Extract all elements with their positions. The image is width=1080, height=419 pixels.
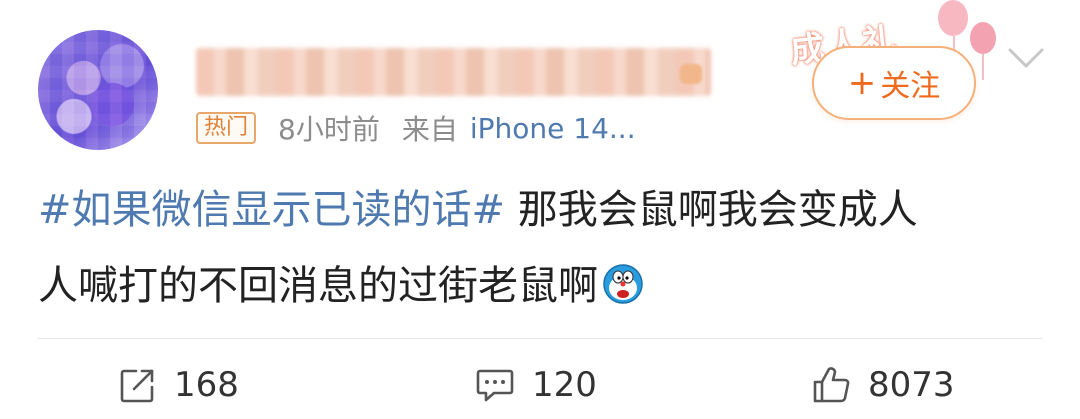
content-text-line2: 人喊打的不回消息的过街老鼠啊 [38, 263, 598, 309]
verified-badge-icon [680, 64, 702, 84]
hot-badge: 热门 [196, 112, 257, 144]
divider [38, 338, 1042, 339]
topic-link[interactable]: #如果微信显示已读的话# [38, 187, 505, 233]
repost-button[interactable]: 168 [118, 350, 239, 419]
balloon-icon [938, 0, 968, 36]
plus-icon: + [847, 63, 877, 103]
like-button[interactable]: 8073 [810, 350, 955, 419]
post-time: 8小时前 [278, 113, 380, 146]
comment-button[interactable]: 120 [474, 350, 597, 419]
like-count: 8073 [868, 364, 955, 405]
repost-icon [120, 369, 154, 402]
weibo-post-card: ████████████ 热门 8小时前 来自 iPhone 14... 成人礼… [0, 0, 1080, 419]
doraemon-emoji-icon [602, 254, 644, 304]
thumbs-up-icon [813, 366, 850, 402]
comment-count: 120 [532, 364, 597, 405]
repost-count: 168 [174, 364, 239, 405]
balloon-string [982, 54, 984, 80]
content-text-line1: 那我会鼠啊我会变成人 [505, 187, 918, 233]
avatar[interactable] [38, 30, 158, 150]
comment-icon [476, 369, 514, 401]
balloon-icon [970, 22, 996, 54]
username[interactable]: ████████████ [196, 48, 711, 96]
action-bar: 168 120 8073 [0, 350, 1080, 419]
source-label: 来自 [401, 113, 458, 146]
post-meta: 热门 8小时前 来自 iPhone 14... [196, 108, 636, 148]
chevron-down-icon[interactable] [1006, 44, 1046, 72]
source-device: iPhone 14... [469, 111, 636, 145]
post-content: #如果微信显示已读的话# 那我会鼠啊我会变成人 人喊打的不回消息的过街老鼠啊 [38, 172, 1028, 324]
follow-button[interactable]: + 关注 [812, 46, 976, 120]
follow-label: 关注 [880, 69, 941, 104]
